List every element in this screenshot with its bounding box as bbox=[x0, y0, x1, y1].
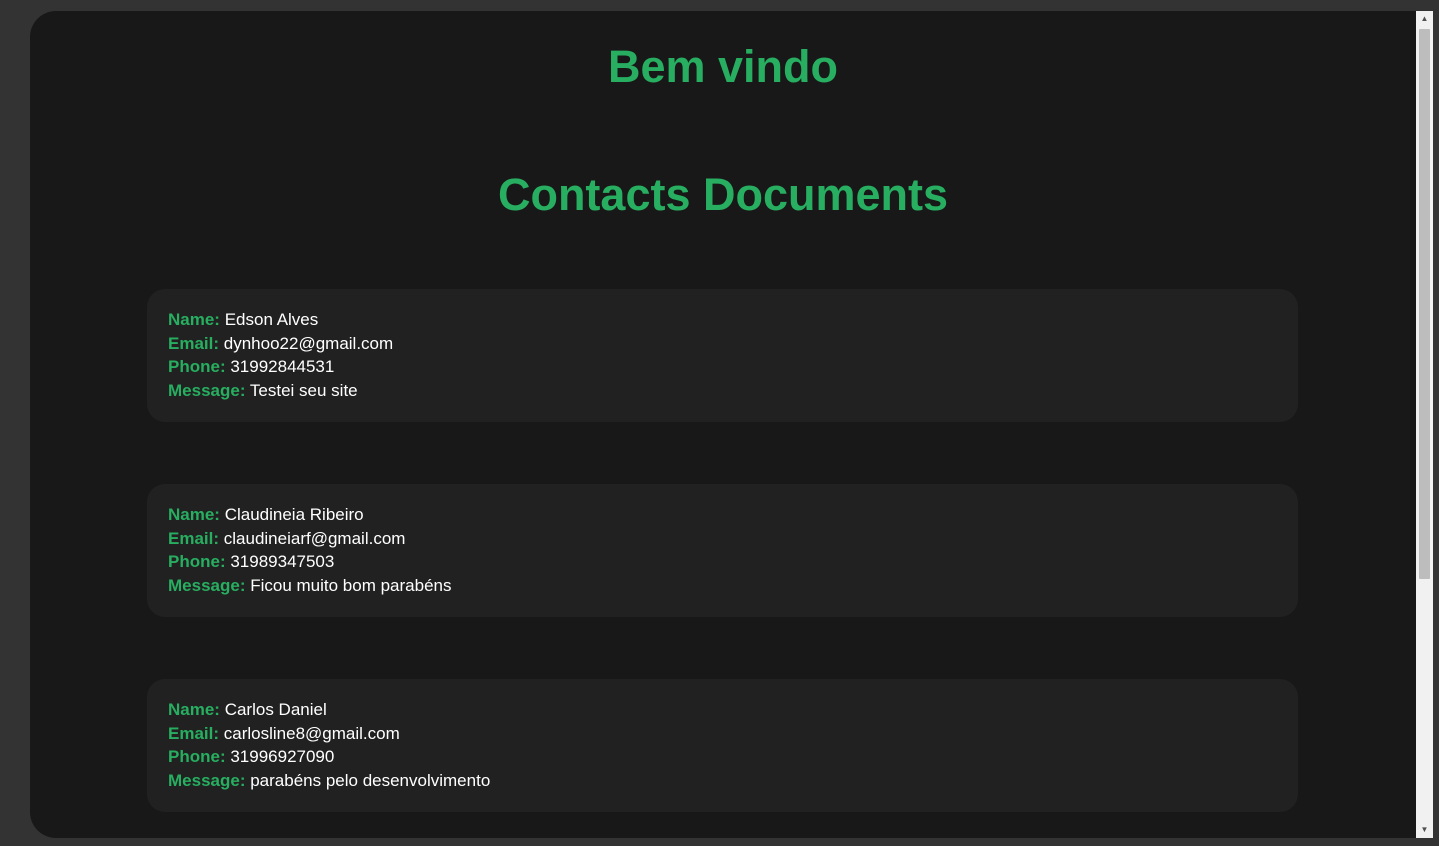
message-label: Message: bbox=[168, 576, 246, 596]
contact-phone-row: Phone: 31992844531 bbox=[168, 355, 1277, 379]
contact-phone-row: Phone: 31989347503 bbox=[168, 550, 1277, 574]
contact-message-row: Message: parabéns pelo desenvolvimento bbox=[168, 769, 1277, 793]
message-label: Message: bbox=[168, 771, 246, 791]
contact-phone-row: Phone: 31996927090 bbox=[168, 745, 1277, 769]
message-label: Message: bbox=[168, 381, 246, 401]
contact-email-row: Email: claudineiarf@gmail.com bbox=[168, 527, 1277, 551]
contact-name: Claudineia Ribeiro bbox=[224, 505, 364, 524]
contact-card: Name: Edson Alves Email: dynhoo22@gmail.… bbox=[147, 289, 1298, 422]
contact-name-row: Name: Edson Alves bbox=[168, 308, 1277, 332]
page-title: Contacts Documents bbox=[497, 169, 949, 220]
contact-phone: 31996927090 bbox=[230, 747, 335, 767]
name-label: Name: bbox=[168, 505, 220, 524]
email-label: Email: bbox=[168, 333, 220, 353]
name-label: Name: bbox=[168, 700, 220, 719]
contact-email-row: Email: dynhoo22@gmail.com bbox=[168, 332, 1277, 356]
phone-label: Phone: bbox=[168, 747, 226, 767]
page-container: Bem vindo Contacts Documents Name: Edson… bbox=[30, 11, 1416, 838]
contact-email-row: Email: carlosline8@gmail.com bbox=[168, 722, 1277, 746]
name-label: Name: bbox=[168, 310, 220, 329]
contact-message: parabéns pelo desenvolvimento bbox=[250, 771, 491, 791]
phone-label: Phone: bbox=[168, 357, 226, 377]
contact-card: Name: Carlos Daniel Email: carlosline8@g… bbox=[147, 679, 1298, 812]
contact-phone: 31992844531 bbox=[230, 357, 335, 377]
contact-message-row: Message: Testei seu site bbox=[168, 379, 1277, 403]
scrollbar-thumb[interactable] bbox=[1419, 29, 1430, 579]
contact-message: Ficou muito bom parabéns bbox=[250, 576, 452, 596]
scroll-down-icon[interactable]: ▼ bbox=[1416, 823, 1433, 837]
phone-label: Phone: bbox=[168, 552, 226, 572]
email-label: Email: bbox=[168, 528, 220, 548]
contact-message-row: Message: Ficou muito bom parabéns bbox=[168, 574, 1277, 598]
scroll-up-icon[interactable]: ▲ bbox=[1416, 12, 1433, 26]
contact-email: claudineiarf@gmail.com bbox=[223, 528, 406, 548]
contact-name-row: Name: Carlos Daniel bbox=[168, 698, 1277, 722]
contact-name: Carlos Daniel bbox=[224, 700, 327, 719]
vertical-scrollbar[interactable]: ▲ ▼ bbox=[1416, 11, 1433, 838]
welcome-heading: Bem vindo bbox=[607, 41, 839, 92]
contact-card: Name: Claudineia Ribeiro Email: claudine… bbox=[147, 484, 1298, 617]
contact-email: carlosline8@gmail.com bbox=[223, 723, 400, 743]
contact-phone: 31989347503 bbox=[230, 552, 335, 572]
contact-name-row: Name: Claudineia Ribeiro bbox=[168, 503, 1277, 527]
email-label: Email: bbox=[168, 723, 220, 743]
contact-email: dynhoo22@gmail.com bbox=[223, 333, 394, 353]
contact-name: Edson Alves bbox=[224, 310, 319, 329]
contact-message: Testei seu site bbox=[249, 381, 358, 401]
